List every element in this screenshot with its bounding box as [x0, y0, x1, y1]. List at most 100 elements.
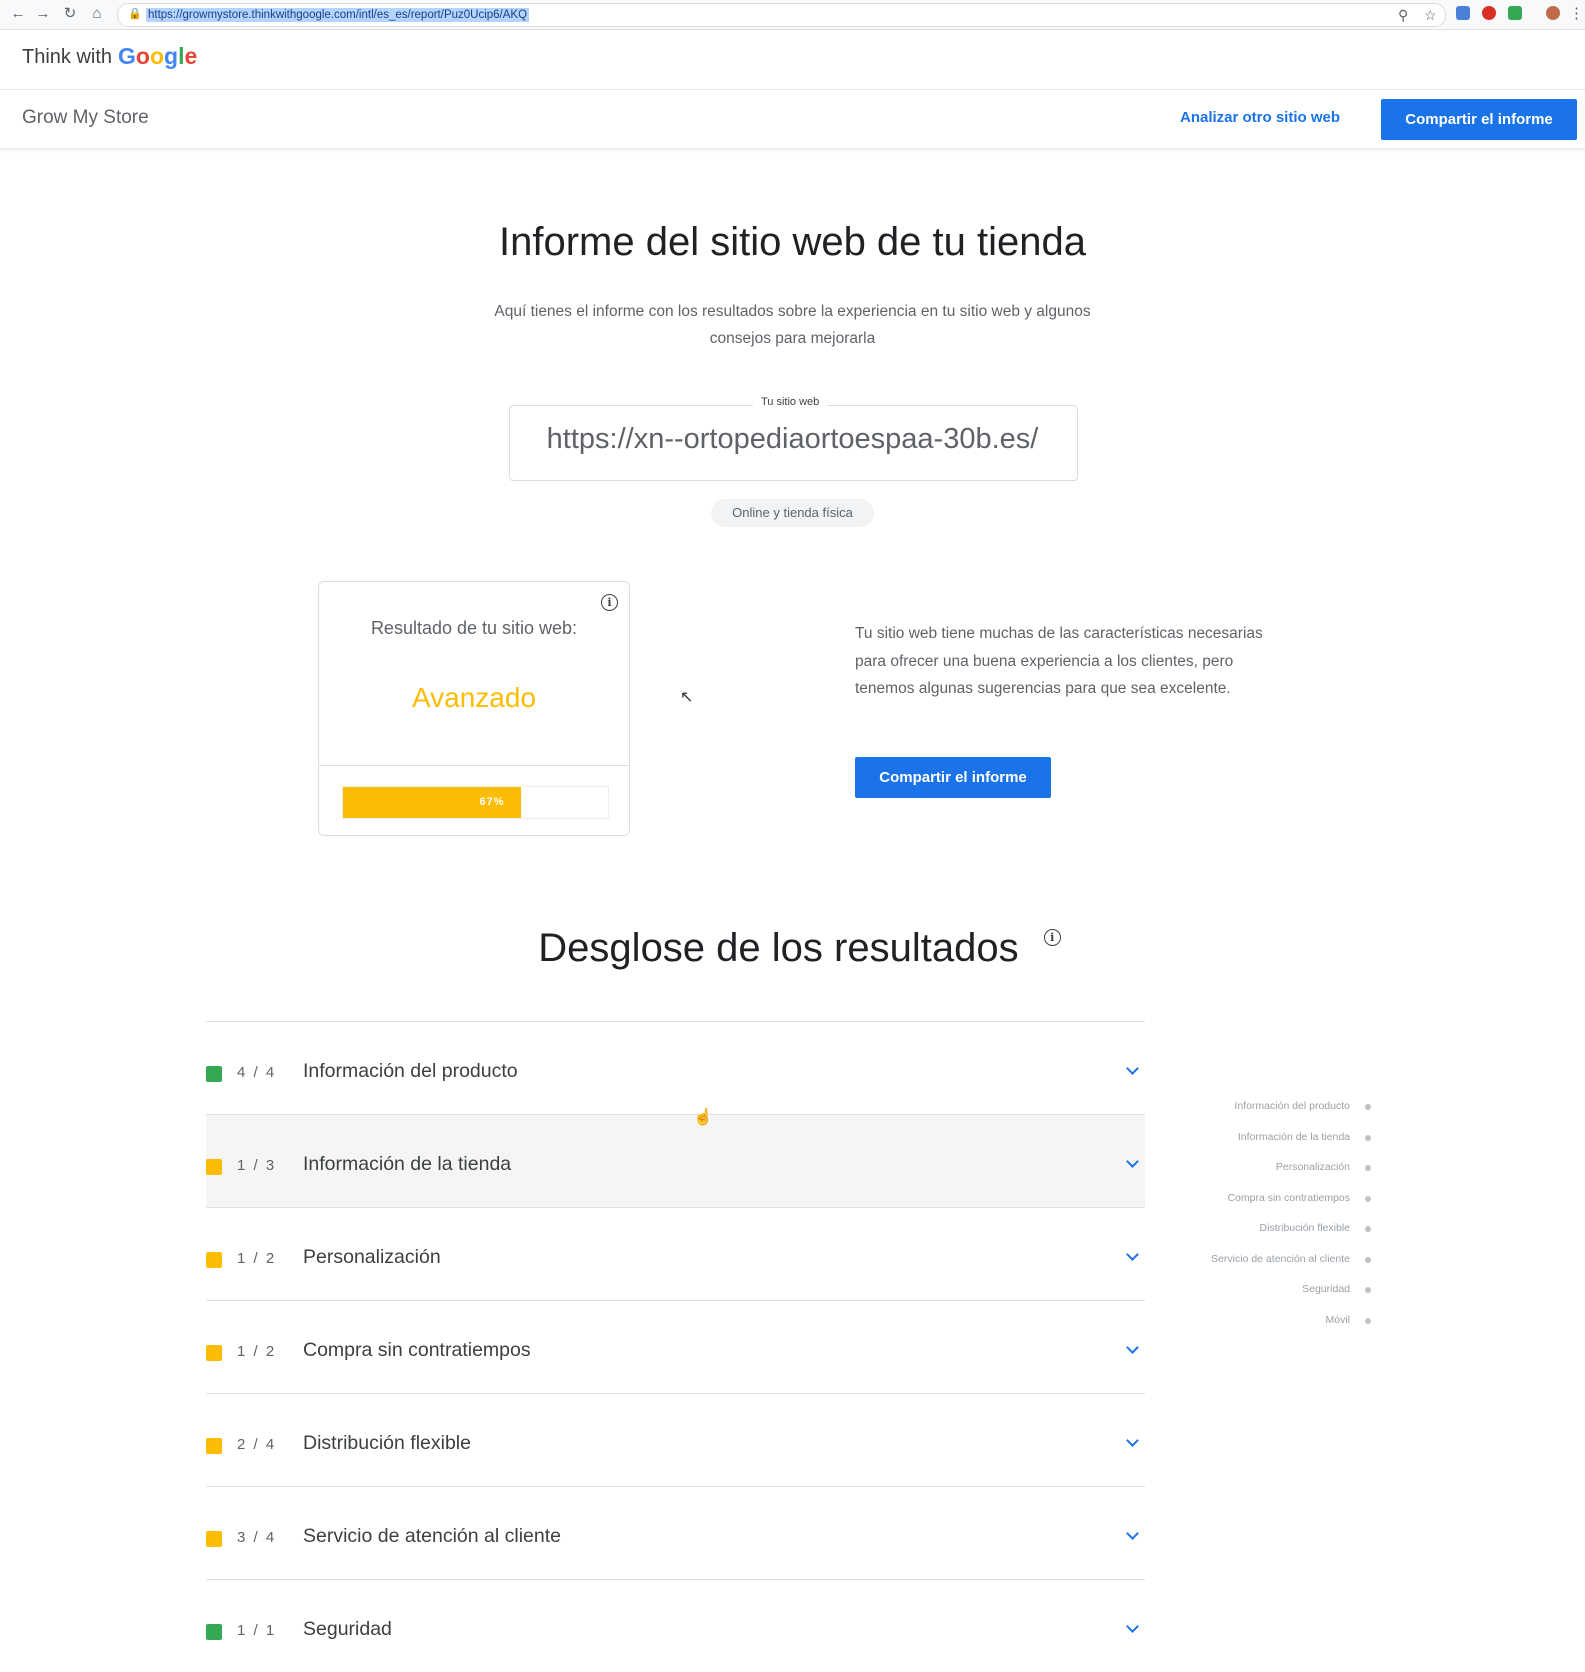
score-card: i Resultado de tu sitio web: Avanzado 67… — [318, 581, 630, 836]
dot-icon — [1365, 1195, 1371, 1202]
chevron-down-icon[interactable] — [1126, 1527, 1139, 1540]
brand-think-with: Think with — [22, 46, 113, 68]
side-nav-item[interactable]: Información de la tienda — [1130, 1129, 1380, 1160]
breakdown-row[interactable]: 1 / 1 Seguridad — [206, 1579, 1145, 1672]
breakdown-row[interactable]: 1 / 3 Información de la tienda — [206, 1114, 1145, 1207]
info-icon[interactable]: i — [1043, 929, 1061, 946]
home-icon[interactable]: ⌂ — [87, 4, 107, 24]
breakdown-title: Desglose de los resultados i — [0, 926, 1585, 971]
info-icon[interactable]: i — [601, 594, 618, 611]
section-name: Personalización — [303, 1246, 441, 1268]
browser-toolbar: ← → ↻ ⌂ 🔒 https://growmystore.thinkwithg… — [0, 0, 1585, 30]
summary-text: Tu sitio web tiene muchas de las caracte… — [855, 625, 1263, 697]
side-nav-item[interactable]: Distribución flexible — [1130, 1220, 1380, 1251]
analyze-other-site-link[interactable]: Analizar otro sitio web — [1180, 109, 1340, 126]
forward-icon[interactable]: → — [33, 4, 53, 24]
side-nav-item[interactable]: Personalización — [1130, 1159, 1380, 1190]
section-name: Compra sin contratiempos — [303, 1339, 531, 1361]
side-nav-item[interactable]: Móvil — [1130, 1312, 1380, 1343]
profile-avatar[interactable] — [1546, 6, 1560, 20]
reload-icon[interactable]: ↻ — [60, 4, 80, 24]
brand-bar: Think with Google — [0, 30, 1585, 90]
status-square — [206, 1624, 222, 1640]
breakdown-title-text: Desglose de los resultados — [538, 926, 1019, 970]
score-level: Avanzado — [411, 682, 537, 713]
side-nav-label: Personalización — [1275, 1161, 1350, 1173]
dot-icon — [1365, 1317, 1371, 1324]
dot-icon — [1365, 1287, 1371, 1293]
section-name: Distribución flexible — [303, 1432, 471, 1454]
section-score: 4 / 4 — [237, 1064, 277, 1081]
breakdown-row[interactable]: 1 / 2 Personalización — [206, 1207, 1145, 1300]
address-bar[interactable]: 🔒 https://growmystore.thinkwithgoogle.co… — [117, 3, 1446, 27]
google-logo[interactable]: Google — [118, 43, 197, 70]
divider — [319, 765, 629, 766]
lock-icon: 🔒 — [128, 8, 142, 20]
side-nav-label: Información de la tienda — [1237, 1130, 1350, 1143]
site-url-label: Tu sitio web — [753, 396, 828, 408]
address-url[interactable]: https://growmystore.thinkwithgoogle.com/… — [146, 8, 530, 22]
chevron-down-icon[interactable] — [1126, 1620, 1139, 1633]
dot-icon — [1365, 1134, 1371, 1141]
section-name: Información de la tienda — [303, 1153, 512, 1175]
side-nav-label: Seguridad — [1302, 1283, 1350, 1295]
section-score: 1 / 2 — [237, 1250, 277, 1267]
back-icon[interactable]: ← — [8, 4, 28, 24]
side-nav-label: Compra sin contratiempos — [1227, 1191, 1350, 1204]
score-progress-fill: 67% — [343, 787, 521, 818]
section-score: 2 / 4 — [237, 1436, 277, 1453]
side-nav-item[interactable]: Información del producto — [1130, 1098, 1380, 1129]
chevron-down-icon[interactable] — [1126, 1434, 1139, 1447]
section-score: 1 / 1 — [237, 1622, 277, 1639]
status-square — [206, 1531, 222, 1547]
side-nav-item[interactable]: Servicio de atención al cliente — [1130, 1251, 1380, 1282]
mouse-pointer-icon: ↖ — [680, 689, 694, 706]
hand-cursor-icon: ☝ — [693, 1109, 713, 1126]
status-square — [206, 1159, 222, 1175]
share-report-button[interactable]: Compartir el informe — [1381, 99, 1577, 140]
section-score: 1 / 3 — [237, 1157, 277, 1174]
breakdown-list: 4 / 4 Información del producto 1 / 3 Inform… — [206, 1021, 1145, 1672]
side-nav-label: Distribución flexible — [1259, 1222, 1350, 1234]
dot-icon — [1365, 1226, 1371, 1232]
side-nav-item[interactable]: Compra sin contratiempos — [1130, 1190, 1380, 1221]
menu-icon[interactable]: ⋮ — [1569, 4, 1584, 24]
site-url-value: https://xn--ortopediaortoespaa-30b.es/ — [546, 423, 1039, 455]
side-nav-label: Servicio de atención al cliente — [1211, 1252, 1350, 1265]
breakdown-row[interactable]: 4 / 4 Información del producto — [206, 1021, 1145, 1114]
extension-icon[interactable] — [1482, 6, 1496, 20]
section-name: Servicio de atención al cliente — [303, 1525, 561, 1547]
side-nav-label: Información del producto — [1234, 1100, 1350, 1112]
section-name: Seguridad — [303, 1618, 392, 1640]
app-header: Grow My Store Analizar otro sitio web Co… — [0, 90, 1585, 148]
breakdown-row[interactable]: 1 / 2 Compra sin contratiempos — [206, 1300, 1145, 1393]
translate-extension-icon[interactable] — [1456, 6, 1470, 20]
zoom-icon[interactable]: ⚲ — [1398, 6, 1408, 24]
breakdown-row[interactable]: 3 / 4 Servicio de atención al cliente — [206, 1486, 1145, 1579]
section-side-nav: Información del producto Información de l… — [1130, 1098, 1380, 1342]
side-nav-label: Móvil — [1325, 1313, 1350, 1326]
bookmark-star-icon[interactable]: ☆ — [1424, 6, 1437, 24]
dot-icon — [1365, 1165, 1371, 1171]
section-score: 3 / 4 — [237, 1529, 277, 1546]
score-label: Resultado de tu sitio web: — [370, 618, 578, 638]
extension-icon[interactable] — [1508, 6, 1522, 20]
share-report-button[interactable]: Compartir el informe — [855, 757, 1051, 798]
status-square — [206, 1066, 222, 1082]
section-name: Información del producto — [303, 1060, 518, 1082]
dot-icon — [1365, 1256, 1371, 1263]
breakdown-row[interactable]: 2 / 4 Distribución flexible — [206, 1393, 1145, 1486]
store-type-chip: Online y tienda física — [711, 499, 874, 527]
status-square — [206, 1438, 222, 1454]
dot-icon — [1365, 1104, 1371, 1110]
status-square — [206, 1345, 222, 1361]
page-subtitle: Aquí tienes el informe con los resultado… — [494, 303, 1091, 347]
chevron-down-icon[interactable] — [1126, 1341, 1139, 1354]
score-progress-bar: 67% — [342, 786, 609, 819]
status-square — [206, 1252, 222, 1268]
page-title: Informe del sitio web de tu tienda — [498, 220, 1086, 264]
app-title[interactable]: Grow My Store — [22, 107, 149, 129]
chevron-down-icon[interactable] — [1126, 1062, 1139, 1075]
section-score: 1 / 2 — [237, 1343, 277, 1360]
side-nav-item[interactable]: Seguridad — [1130, 1281, 1380, 1312]
